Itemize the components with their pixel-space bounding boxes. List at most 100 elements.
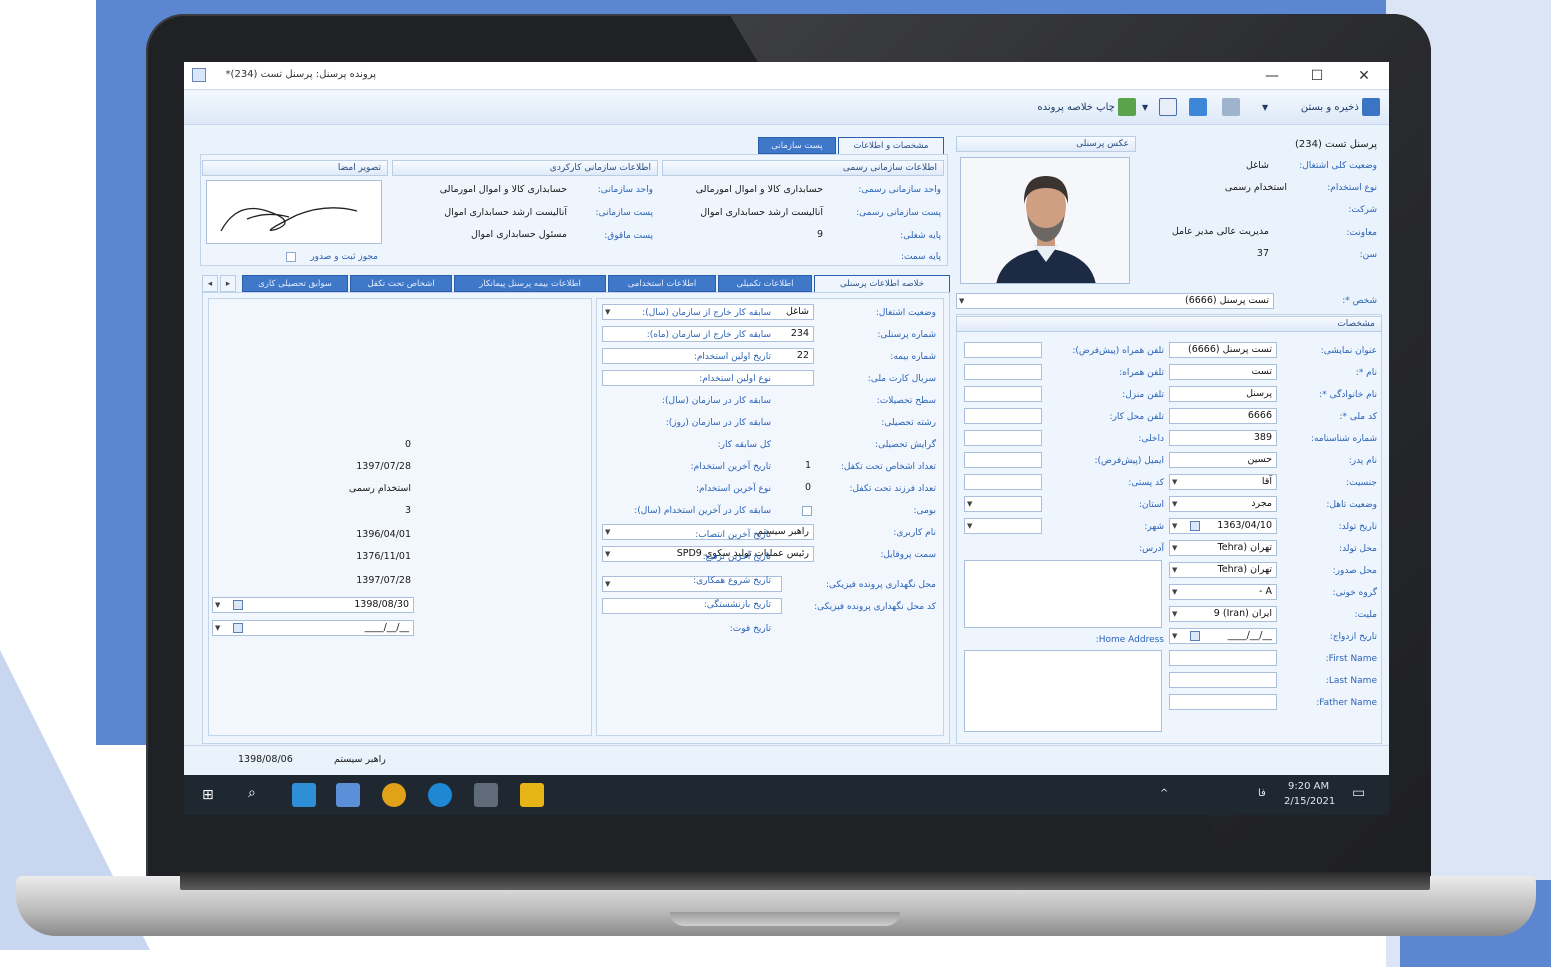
functional-unit: حسابداری کالا و اموال امورمالی bbox=[439, 184, 567, 195]
marital-value: مجرد bbox=[1251, 498, 1272, 509]
national-field[interactable]: 6666 bbox=[1169, 408, 1277, 424]
up-arrow-button[interactable] bbox=[1189, 97, 1207, 119]
tab-post[interactable]: پست سازمانی bbox=[758, 137, 836, 154]
address-textarea[interactable] bbox=[964, 560, 1162, 628]
close-button[interactable]: ✕ bbox=[1349, 66, 1379, 86]
email-field[interactable] bbox=[964, 452, 1042, 468]
minimize-button[interactable]: — bbox=[1257, 66, 1287, 86]
issueplace-select[interactable]: ▼ تهران (Tehra bbox=[1169, 562, 1277, 578]
employment-type-label: نوع استخدام: bbox=[1327, 183, 1377, 193]
personnel-photo[interactable] bbox=[960, 157, 1130, 284]
marriage-value: __/__/____ bbox=[1227, 630, 1272, 641]
files-app-icon[interactable] bbox=[292, 783, 316, 807]
death-field[interactable]: ▼ __/__/____ bbox=[212, 620, 414, 636]
tab-scroll-left-icon[interactable]: ◂ bbox=[202, 275, 218, 292]
tab-summary[interactable]: خلاصه اطلاعات پرسنلی bbox=[814, 275, 950, 292]
address-label: آدرس: bbox=[1139, 544, 1164, 554]
calendar-icon[interactable] bbox=[233, 623, 243, 633]
edu-trend-label: گرایش تحصیلی: bbox=[875, 440, 936, 450]
father-field[interactable]: حسین bbox=[1169, 452, 1277, 468]
formal-unit: حسابداری کالا و اموال امورمالی bbox=[695, 184, 823, 195]
home-phone-field[interactable] bbox=[964, 386, 1042, 402]
tab-career[interactable]: سوابق تحصیلی کاری bbox=[242, 275, 348, 292]
tab-contractor-insurance[interactable]: اطلاعات بیمه پرسنل پیمانکار bbox=[454, 275, 606, 292]
print-summary-button[interactable]: چاپ خلاصه پرونده bbox=[1010, 97, 1136, 119]
tab-complementary[interactable]: اطلاعات تکمیلی bbox=[718, 275, 812, 292]
bottom-tabs: ◂ ▸ سوابق تحصیلی کاری اشخاص تحت تکفل اطل… bbox=[202, 275, 950, 292]
blood-select[interactable]: ▼ A - bbox=[1169, 584, 1277, 600]
chrome-icon[interactable] bbox=[382, 783, 406, 807]
mobile-default-field[interactable] bbox=[964, 342, 1042, 358]
grid-button[interactable] bbox=[1159, 97, 1177, 119]
postal-label: کد پستی: bbox=[1128, 478, 1164, 488]
nationality-select[interactable]: ▼ ایران (Iran) 9 bbox=[1169, 606, 1277, 622]
save-close-button[interactable]: ذخیره و بستن bbox=[1284, 97, 1380, 119]
tray-time[interactable]: 9:20 AM bbox=[1288, 781, 1329, 792]
calendar-icon[interactable] bbox=[1190, 631, 1200, 641]
maximize-button[interactable]: ☐ bbox=[1302, 66, 1332, 86]
internal-field[interactable] bbox=[964, 430, 1042, 446]
erp-app-icon[interactable] bbox=[520, 783, 544, 807]
deputy: مدیریت عالی مدیر عامل bbox=[1171, 226, 1269, 237]
province-select[interactable]: ▼ bbox=[964, 496, 1042, 512]
person-select-label: شخص *: bbox=[1342, 296, 1377, 306]
coop-start: 1397/07/28 bbox=[356, 575, 411, 586]
veteran-checkbox[interactable] bbox=[802, 506, 812, 516]
tab-hiring[interactable]: اطلاعات استخدامی bbox=[608, 275, 716, 292]
formal-post: آنالیست ارشد حسابداری اموال bbox=[700, 207, 823, 218]
functional-target-label: پست ماقوق: bbox=[604, 231, 653, 241]
tray-date[interactable]: 2/15/2021 bbox=[1284, 796, 1335, 807]
display-field[interactable]: تست پرسنل (6666) bbox=[1169, 342, 1277, 358]
ext-years-label: سابقه کار خارج از سازمان (سال): bbox=[642, 308, 771, 318]
postal-field[interactable] bbox=[964, 474, 1042, 490]
calendar-icon[interactable] bbox=[1190, 521, 1200, 531]
last-hire-years: 3 bbox=[404, 505, 411, 516]
firstname-field[interactable] bbox=[1169, 650, 1277, 666]
gender-select[interactable]: ▼ آقا bbox=[1169, 474, 1277, 490]
overall-status: شاغل bbox=[1245, 160, 1269, 171]
last-assign: 1396/04/01 bbox=[356, 529, 411, 540]
notification-icon[interactable]: ▭ bbox=[1352, 785, 1365, 801]
lastname-field[interactable] bbox=[1169, 672, 1277, 688]
city-select[interactable]: ▼ bbox=[964, 518, 1042, 534]
sign-permission-checkbox[interactable] bbox=[286, 252, 296, 262]
person-select[interactable]: ▼ تست پرسنل (6666) bbox=[956, 293, 1274, 309]
grid-dropdown-arrow-icon[interactable]: ▼ bbox=[1142, 97, 1148, 119]
work-phone-field[interactable] bbox=[964, 408, 1042, 424]
last-assign-label: تاریخ آخرین انتصاب: bbox=[695, 530, 771, 540]
tools-icon[interactable] bbox=[474, 783, 498, 807]
edge-icon[interactable] bbox=[428, 783, 452, 807]
app-icon-2[interactable] bbox=[336, 783, 360, 807]
signature-image[interactable] bbox=[206, 180, 382, 244]
tab-identity[interactable]: مشخصات و اطلاعات bbox=[838, 137, 944, 154]
save-dropdown-arrow-icon[interactable]: ▼ bbox=[1262, 97, 1276, 119]
marriage-field[interactable]: ▼ __/__/____ bbox=[1169, 628, 1277, 644]
name-field[interactable]: تست bbox=[1169, 364, 1277, 380]
home-address-textarea[interactable] bbox=[964, 650, 1162, 732]
fathername-field[interactable] bbox=[1169, 694, 1277, 710]
birthdate-field[interactable]: ▼ 1363/04/10 bbox=[1169, 518, 1277, 534]
down-arrow-button[interactable] bbox=[1222, 97, 1240, 119]
mobile-field[interactable] bbox=[964, 364, 1042, 380]
taskbar: ⊞ ⌕ ^ فا 9:20 AM 2/15/2021 ▭ bbox=[184, 775, 1389, 815]
org-tabs: پست سازمانی مشخصات و اطلاعات bbox=[758, 137, 946, 154]
idno-field[interactable]: 389 bbox=[1169, 430, 1277, 446]
profile-label: سمت پروفایل: bbox=[880, 550, 936, 560]
home-phone-label: تلفن منزل: bbox=[1122, 390, 1164, 400]
tray-chevron-up-icon[interactable]: ^ bbox=[1160, 788, 1168, 799]
windows-start-icon[interactable]: ⊞ bbox=[202, 787, 214, 803]
marital-select[interactable]: ▼ مجرد bbox=[1169, 496, 1277, 512]
tab-dependents[interactable]: اشخاص تحت تکفل bbox=[350, 275, 452, 292]
employment-type: استخدام رسمی bbox=[1224, 182, 1287, 193]
age-label: سن: bbox=[1359, 250, 1377, 260]
calendar-icon[interactable] bbox=[233, 600, 243, 610]
tray-lang[interactable]: فا bbox=[1258, 788, 1266, 799]
identity-header: مشخصات bbox=[956, 316, 1382, 332]
search-icon[interactable]: ⌕ bbox=[248, 785, 256, 801]
formal-grade: 9 bbox=[816, 229, 823, 240]
tab-scroll-right-icon[interactable]: ▸ bbox=[220, 275, 236, 292]
retire-field[interactable]: ▼ 1398/08/30 bbox=[212, 597, 414, 613]
birthdate-value: 1363/04/10 bbox=[1217, 520, 1272, 531]
family-field[interactable]: پرسنل bbox=[1169, 386, 1277, 402]
birthplace-select[interactable]: ▼ تهران (Tehra bbox=[1169, 540, 1277, 556]
